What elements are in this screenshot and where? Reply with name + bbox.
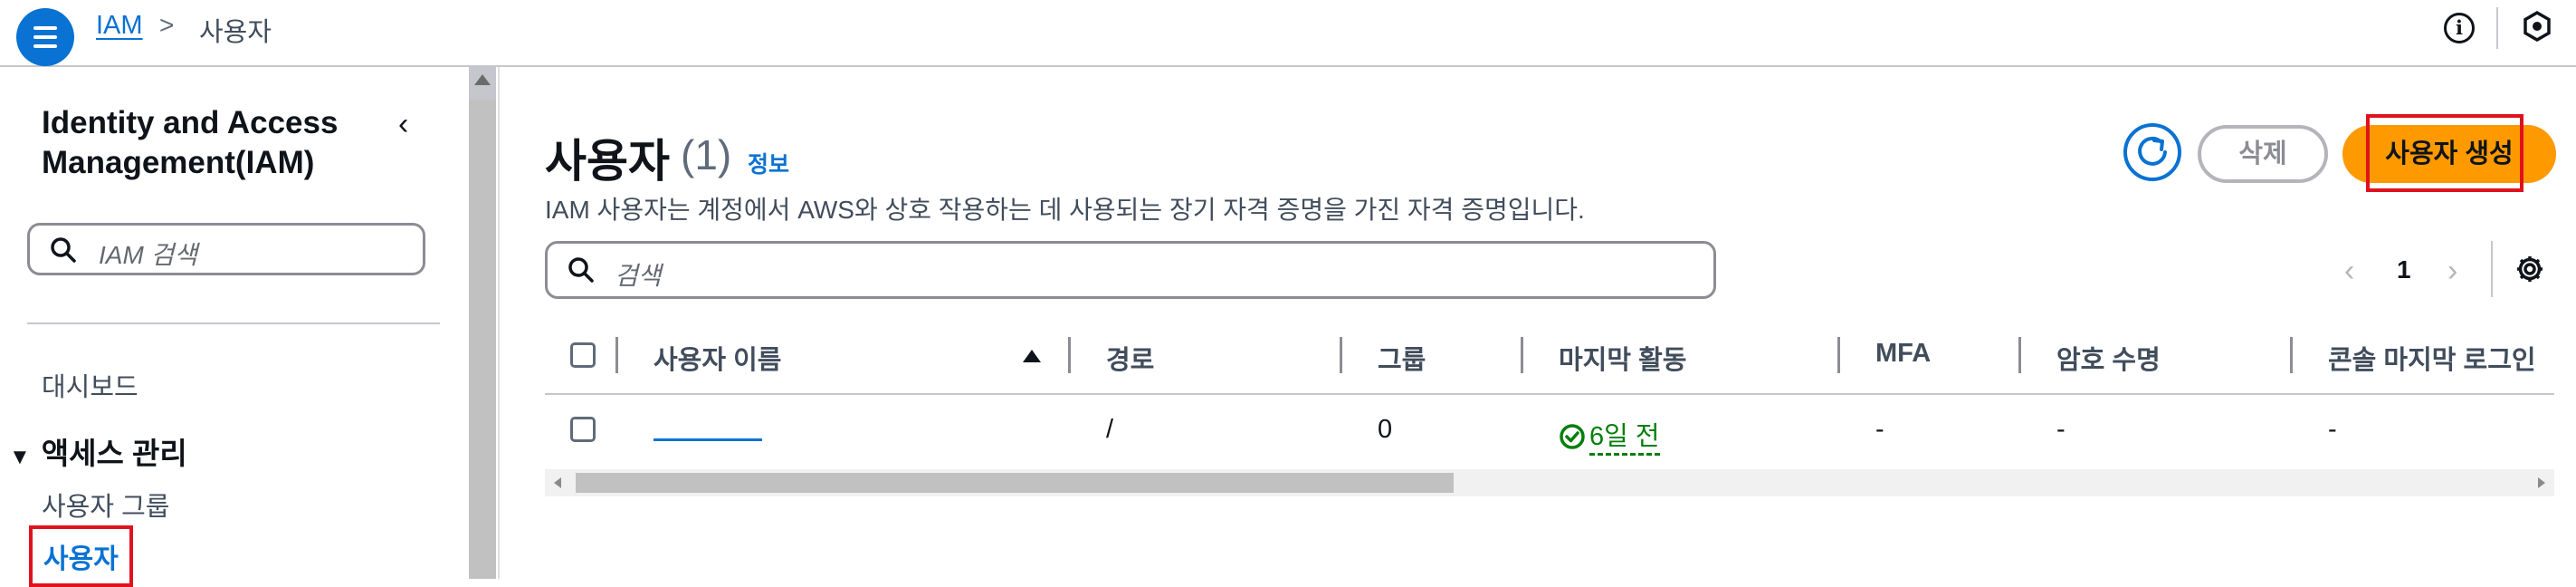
previous-page-icon[interactable]: ‹ [2344,254,2354,289]
sidebar-section-access-management[interactable]: ▼ 액세스 관리 [9,429,187,473]
nav-scrollbar-thumb[interactable] [469,100,496,579]
user-count: (1) [681,131,732,178]
cell-path: / [1106,415,1114,444]
select-all-checkbox[interactable] [570,342,596,368]
column-header-last-activity[interactable]: 마지막 활동 [1559,339,1686,377]
breadcrumb-iam-link[interactable]: IAM [96,11,143,41]
table-horizontal-scrollbar[interactable] [545,469,2554,496]
column-divider[interactable] [2018,337,2021,373]
info-link[interactable]: 정보 [748,147,789,179]
cell-mfa: - [1875,415,1884,444]
content-border [498,67,500,579]
column-header-mfa[interactable]: MFA [1875,339,1931,369]
column-divider[interactable] [1521,337,1523,373]
topbar-divider [2496,7,2498,49]
cell-password-age: - [2056,415,2066,444]
cell-groups: 0 [1378,415,1393,444]
horizontal-scrollbar-thumb[interactable] [576,473,1454,493]
nav-search-input[interactable]: IAM 검색 [27,223,425,275]
page-number[interactable]: 1 [2397,255,2411,284]
collapse-nav-icon[interactable]: ‹ [398,107,429,143]
gear-icon[interactable] [2514,254,2545,284]
row-select-checkbox[interactable] [570,417,596,442]
breadcrumb-separator-icon: > [159,11,175,39]
page-description: IAM 사용자는 계정에서 AWS와 상호 작용하는 데 사용되는 장기 자격 … [545,196,1585,224]
caret-down-icon: ▼ [9,445,31,469]
users-search-input[interactable]: 검색 [545,241,1716,299]
side-navigation: Identity and Access Management(IAM) ‹ IA… [0,67,469,587]
table-header: 사용자 이름 경로 그룹 마지막 활동 MFA 암호 수명 콘솔 마지막 로그인 [545,330,2554,395]
section-label: 액세스 관리 [41,437,187,470]
column-header-groups[interactable]: 그룹 [1378,339,1426,377]
sidebar-item-users[interactable]: 사용자 [29,525,133,587]
sidebar-item-dashboard[interactable]: 대시보드 [42,366,138,404]
table-row: / 0 6일 전 - - - [545,395,2554,466]
search-icon [568,257,594,283]
column-divider [615,337,618,373]
nav-search-placeholder: IAM 검색 [99,241,198,269]
sort-ascending-icon[interactable] [1023,350,1041,362]
breadcrumb-current: 사용자 [199,18,272,47]
delete-button[interactable]: 삭제 [2198,125,2328,183]
column-divider[interactable] [1837,337,1840,373]
hamburger-menu-icon[interactable] [16,8,74,66]
column-header-console-last-login[interactable]: 콘솔 마지막 로그인 [2328,339,2536,377]
highlight-box [2366,114,2524,192]
column-header-path[interactable]: 경로 [1106,339,1154,377]
top-navigation-bar: IAM > 사용자 i [0,0,2576,67]
column-divider[interactable] [1340,337,1342,373]
last-activity-text[interactable]: 6일 전 [1589,422,1660,456]
column-divider[interactable] [1068,337,1071,373]
success-check-icon [1560,424,1585,449]
column-header-password-age[interactable]: 암호 수명 [2056,339,2161,377]
scroll-right-arrow-icon[interactable] [2538,477,2545,488]
sidebar-item-user-groups[interactable]: 사용자 그룹 [42,486,169,524]
search-icon [51,237,76,263]
nav-title: Identity and Access Management(IAM) [42,105,339,180]
info-icon[interactable]: i [2444,13,2475,43]
search-placeholder: 검색 [615,262,662,290]
cell-console-last-login: - [2328,415,2337,444]
column-divider[interactable] [2290,337,2293,373]
refresh-button[interactable] [2123,123,2181,181]
cell-last-activity: 6일 전 [1559,415,1660,456]
scroll-up-arrow-icon[interactable] [474,74,491,85]
column-header-username[interactable]: 사용자 이름 [654,339,781,377]
pagination-divider [2491,241,2493,297]
scroll-left-arrow-icon[interactable] [554,477,561,488]
next-page-icon[interactable]: › [2447,254,2457,289]
page-title: 사용자 [545,136,670,187]
nav-divider [27,322,440,324]
hexagon-icon[interactable] [2522,11,2552,42]
username-link[interactable] [654,438,762,441]
refresh-icon [2138,136,2167,166]
